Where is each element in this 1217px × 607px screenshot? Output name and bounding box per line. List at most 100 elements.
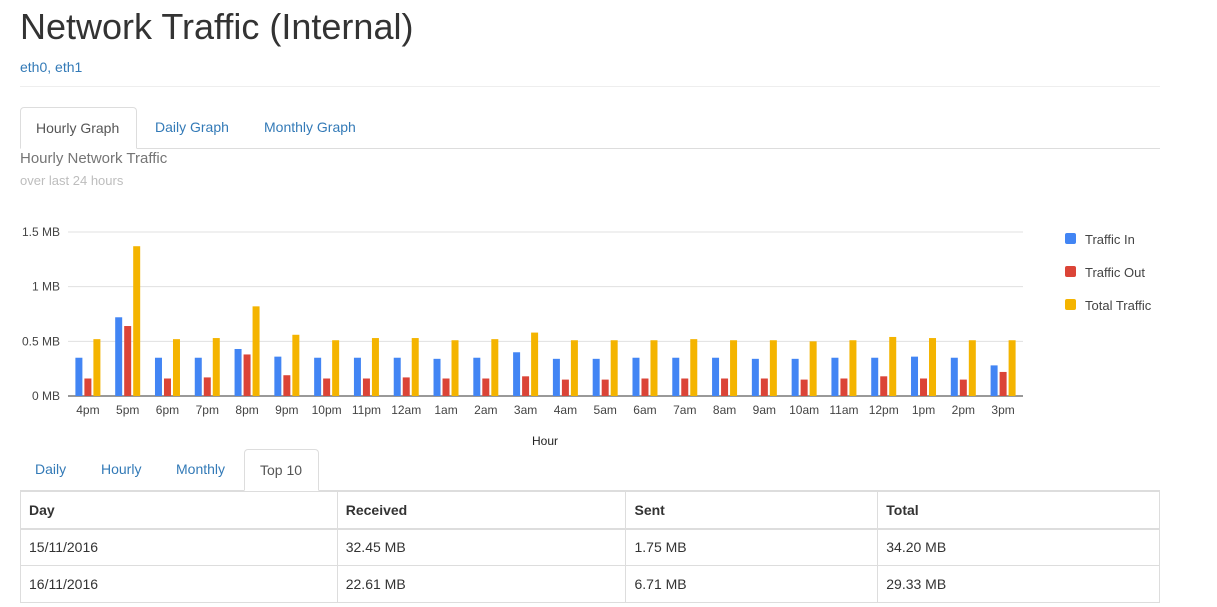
bar-total-traffic — [531, 332, 539, 396]
bar-traffic-in — [234, 348, 242, 396]
cell-total: 29.33 MB — [877, 565, 1160, 603]
legend-swatch — [1065, 299, 1076, 310]
tab-hourly[interactable]: Hourly — [86, 449, 156, 489]
x-tick-label: 5am — [594, 403, 617, 417]
bar-traffic-out — [999, 371, 1007, 396]
bar-total-traffic — [371, 338, 379, 396]
bar-traffic-out — [362, 378, 370, 396]
bar-traffic-out — [402, 377, 410, 396]
bar-traffic-in — [831, 357, 839, 396]
bar-traffic-out — [760, 378, 768, 396]
y-tick-label: 1 MB — [32, 280, 60, 294]
bar-traffic-in — [552, 358, 560, 396]
bar-total-traffic — [769, 340, 777, 396]
tab-monthly[interactable]: Monthly — [161, 449, 240, 489]
x-tick-label: 7am — [673, 403, 696, 417]
bar-total-traffic — [849, 340, 857, 396]
y-tick-label: 0 MB — [32, 389, 60, 403]
tab-daily[interactable]: Daily — [20, 449, 81, 489]
bar-traffic-in — [353, 357, 361, 396]
tab-hourly-graph[interactable]: Hourly Graph — [20, 107, 137, 149]
x-tick-label: 8am — [713, 403, 736, 417]
bar-traffic-in — [513, 352, 521, 396]
bar-traffic-in — [990, 365, 998, 396]
bar-traffic-in — [871, 357, 879, 396]
tab-monthly-graph[interactable]: Monthly Graph — [249, 107, 371, 147]
table-tabs: Daily Hourly Monthly Top 10 — [20, 449, 1160, 491]
bar-traffic-in — [950, 357, 958, 396]
bar-traffic-out — [840, 378, 848, 396]
x-tick-label: 3pm — [991, 403, 1014, 417]
bar-total-traffic — [889, 336, 897, 396]
x-tick-label: 6pm — [156, 403, 179, 417]
page-title: Network Traffic (Internal) — [20, 6, 414, 47]
bar-traffic-in — [751, 358, 759, 396]
cell-received: 22.61 MB — [336, 565, 627, 603]
bar-traffic-out — [800, 379, 808, 396]
x-tick-label: 5pm — [116, 403, 139, 417]
bar-traffic-in — [911, 356, 919, 396]
bar-traffic-in — [154, 357, 162, 396]
cell-total: 34.20 MB — [877, 528, 1160, 566]
x-tick-label: 1pm — [912, 403, 935, 417]
bar-traffic-out — [522, 376, 530, 396]
column-header-total: Total — [877, 491, 1160, 530]
legend-label: Total Traffic — [1085, 298, 1152, 313]
bar-traffic-out — [959, 379, 967, 396]
x-tick-label: 7pm — [196, 403, 219, 417]
bar-traffic-in — [473, 357, 481, 396]
bar-total-traffic — [570, 340, 578, 396]
divider — [20, 86, 1160, 87]
bar-total-traffic — [650, 340, 658, 396]
legend-label: Traffic Out — [1085, 265, 1145, 280]
graph-tabs: Hourly Graph Daily Graph Monthly Graph — [20, 107, 1160, 149]
bar-traffic-in — [274, 356, 282, 396]
x-axis-labels: 4pm 5pm 6pm 7pm 8pm 9pm 10pm 11pm 12am 1am 2am 3am 4… — [76, 403, 1015, 417]
legend-label: Traffic In — [1085, 232, 1135, 247]
bar-total-traffic — [252, 306, 260, 396]
bar-traffic-in — [314, 357, 322, 396]
bar-traffic-out — [163, 378, 171, 396]
bar-traffic-out — [124, 326, 132, 396]
x-tick-label: 12pm — [869, 403, 899, 417]
bar-traffic-out — [323, 378, 331, 396]
bar-total-traffic — [1008, 340, 1016, 396]
bar-traffic-in — [712, 357, 720, 396]
bar-traffic-in — [75, 357, 83, 396]
x-tick-label: 2am — [474, 403, 497, 417]
bar-traffic-out — [641, 378, 649, 396]
chart-subtitle: over last 24 hours — [20, 173, 124, 188]
top-10-table: Day Received Sent Total 15/11/2016 32.45… — [20, 491, 1160, 603]
bar-traffic-out — [243, 354, 251, 396]
x-tick-label: 9am — [753, 403, 776, 417]
bar-traffic-in — [194, 357, 202, 396]
bar-total-traffic — [411, 338, 419, 396]
tab-top-10[interactable]: Top 10 — [244, 449, 319, 491]
bar-traffic-out — [442, 378, 450, 396]
bar-total-traffic — [93, 339, 101, 396]
tab-daily-graph[interactable]: Daily Graph — [140, 107, 244, 147]
x-tick-label: 8pm — [235, 403, 258, 417]
x-tick-label: 12am — [391, 403, 421, 417]
bar-total-traffic — [332, 340, 340, 396]
bar-total-traffic — [133, 246, 141, 396]
x-tick-label: 3am — [514, 403, 537, 417]
interfaces-link[interactable]: eth0, eth1 — [20, 59, 82, 75]
column-header-day: Day — [20, 491, 338, 530]
bar-traffic-out — [681, 378, 689, 396]
chart-title: Hourly Network Traffic — [20, 150, 168, 167]
hourly-traffic-chart: 0 MB 0.5 MB 1 MB 1.5 MB 4pm 5pm 6pm 7pm 8pm 9pm 1… — [22, 225, 1152, 448]
table-row: 15/11/2016 32.45 MB 1.75 MB 34.20 MB — [20, 528, 1160, 566]
y-tick-label: 1.5 MB — [22, 225, 60, 239]
bar-total-traffic — [968, 340, 976, 396]
bar-total-traffic — [690, 339, 698, 396]
x-tick-label: 11am — [829, 403, 858, 417]
column-header-sent: Sent — [625, 491, 879, 530]
chart-bars — [75, 246, 1016, 396]
y-tick-label: 0.5 MB — [22, 334, 60, 348]
x-tick-label: 6am — [633, 403, 656, 417]
x-tick-label: 1am — [434, 403, 457, 417]
x-tick-label: 4pm — [76, 403, 99, 417]
cell-received: 32.45 MB — [336, 528, 627, 566]
column-header-received: Received — [336, 491, 627, 530]
